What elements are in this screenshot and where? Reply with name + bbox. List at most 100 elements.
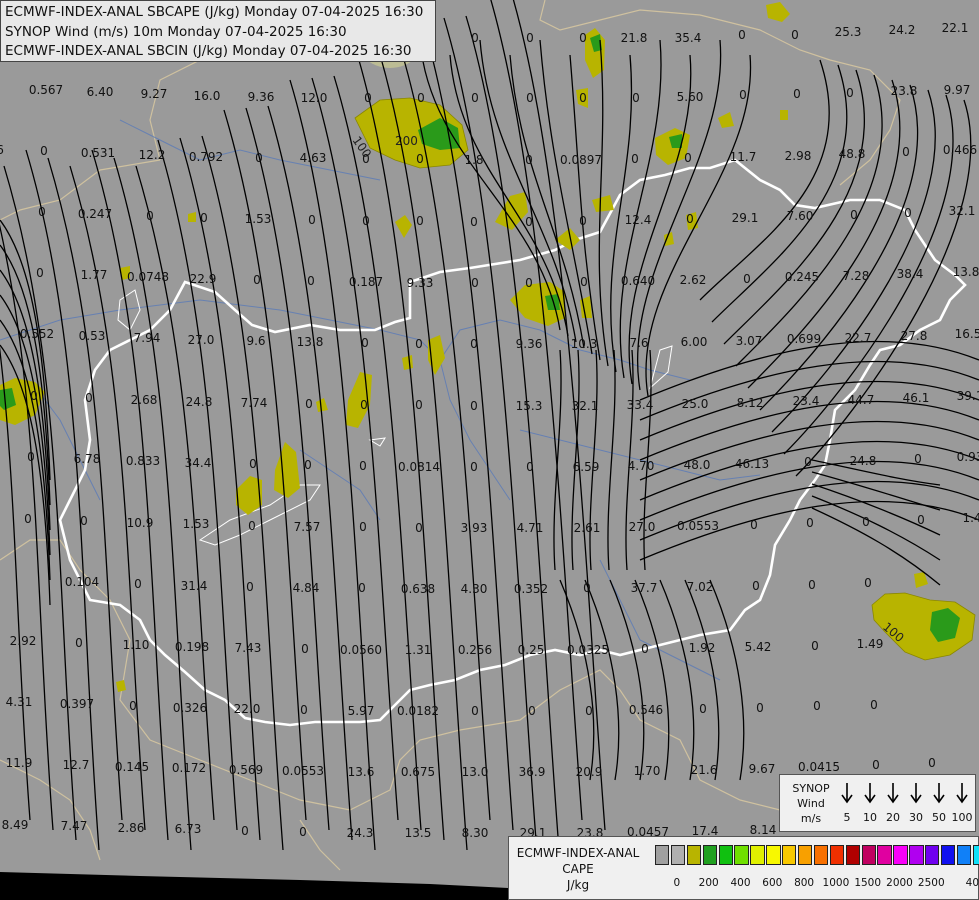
cape-tick-label: 4000 [965, 877, 979, 889]
sbcin-value: 0 [862, 515, 870, 529]
sbcin-value: 0 [526, 460, 534, 474]
sbcin-value: 0.0748 [127, 270, 169, 284]
sbcin-value: 0 [738, 28, 746, 42]
sbcin-value: 7.57 [294, 520, 321, 534]
sbcin-value: 0 [684, 151, 692, 165]
sbcin-value: 0.638 [401, 582, 435, 596]
sbcin-value: 0 [902, 145, 910, 159]
sbcin-value: 2.92 [10, 634, 37, 648]
cape-legend-swatches [655, 845, 979, 865]
wind-speed-label: 20 [886, 811, 900, 824]
sbcin-value: 0 [756, 701, 764, 715]
sbcin-value: 0.104 [65, 575, 99, 589]
wind-legend: SYNOP Wind m/s 5 10 20 30 50 100 [779, 774, 976, 832]
sbcin-value: 12.4 [625, 213, 652, 227]
cape-swatch [734, 845, 749, 865]
sbcin-value: 6.40 [87, 85, 114, 99]
cape-swatch [845, 845, 860, 865]
sbcin-value: 23.4 [793, 394, 820, 408]
wind-legend-title-line1: SYNOP [792, 782, 830, 795]
cape-swatch [972, 845, 979, 865]
sbcin-value: 0.352 [514, 582, 548, 596]
sbcin-value: 15.3 [516, 399, 543, 413]
cape-swatch [956, 845, 972, 865]
cape-swatch [655, 845, 670, 865]
sbcin-value: 27.0 [629, 520, 656, 534]
sbcin-value: 0.326 [173, 701, 207, 715]
header-line-wind: SYNOP Wind (m/s) 10m Monday 07-04-2025 1… [5, 23, 347, 40]
cape-tick-label: 2000 [886, 877, 913, 889]
cape-swatch [702, 845, 717, 865]
sbcin-value: 0 [471, 276, 479, 290]
sbcin-value: 0.256 [458, 643, 492, 657]
cape-swatch [877, 845, 892, 865]
sbcin-value: 0.245 [785, 270, 819, 284]
sbcin-value: 5.42 [745, 640, 772, 654]
cape-swatch [861, 845, 876, 865]
sbcin-value: 0 [806, 516, 814, 530]
sbcin-value: 0.0415 [798, 760, 840, 774]
sbcin-value: 0 [904, 206, 912, 220]
sbcin-value: 0 [415, 398, 423, 412]
cape-legend-ticks: 0200400600800100015002000250040006000 [655, 877, 979, 891]
sbcin-value: 9.6 [246, 334, 265, 348]
sbcin-value: 16.0 [194, 89, 221, 103]
sbcin-value: 13.0 [462, 765, 489, 779]
sbcin-value: 0 [632, 91, 640, 105]
sbcin-value: 0 [416, 152, 424, 166]
sbcin-value: 10.3 [571, 337, 598, 351]
sbcin-value: 0 [526, 91, 534, 105]
cape-swatch [686, 845, 702, 865]
sbcin-value: 0 [253, 273, 261, 287]
sbcin-value: 0 [470, 460, 478, 474]
sbcin-value: 0 [813, 699, 821, 713]
sbcin-value: 2.62 [680, 273, 707, 287]
sbcin-value: 0.699 [787, 332, 821, 346]
sbcin-value: 0 [415, 337, 423, 351]
sbcin-value: 6.59 [573, 460, 600, 474]
sbcin-value: 22.9 [190, 272, 217, 286]
sbcin-value: 29.1 [732, 211, 759, 225]
sbcin-value: 0 [300, 703, 308, 717]
wind-arrow-icon [956, 783, 968, 804]
sbcin-value: 21.8 [621, 31, 648, 45]
wind-legend-arrows [841, 783, 968, 804]
cape-swatch [909, 845, 924, 865]
sbcin-value: 0 [804, 455, 812, 469]
header-line-cape: ECMWF-INDEX-ANAL SBCAPE (J/kg) Monday 07… [5, 4, 424, 20]
sbcin-value: 0.172 [172, 761, 206, 775]
sbcin-value: 0 [359, 459, 367, 473]
cape-tick-label: 200 [698, 877, 719, 889]
sbcin-value: 9.33 [407, 276, 434, 290]
sbcin-value: 13.5 [405, 826, 432, 840]
cape-tick-label: 2500 [917, 877, 945, 889]
sbcin-value: 1.10 [123, 638, 150, 652]
sbcin-value: 0 [36, 266, 44, 280]
sbcin-value: 0 [917, 513, 925, 527]
sbcin-value: 0.792 [189, 150, 223, 164]
sbcin-value: 0 [360, 398, 368, 412]
sbcin-value: 0 [80, 514, 88, 528]
sbcin-value: 0 [362, 152, 370, 166]
sbcin-value: 9.36 [248, 90, 275, 104]
sbcin-value: 0.53 [79, 329, 106, 343]
sbcin-value: 0 [870, 698, 878, 712]
sbcin-value: 7.02 [687, 580, 714, 594]
sbcin-value: 27.8 [901, 329, 928, 343]
sbcin-value: 9.27 [141, 87, 168, 101]
sbcin-value: 0.0814 [398, 460, 440, 474]
sbcin-value: 5.97 [348, 704, 375, 718]
cape-legend: ECMWF-INDEX-ANAL CAPE J/kg 0 200 400 600 800… [508, 836, 979, 900]
sbcin-value: 0 [470, 399, 478, 413]
wind-speed-label: 5 [843, 811, 851, 824]
sbcin-value: 0 [415, 521, 423, 535]
sbcin-value: 0 [307, 274, 315, 288]
sbcin-value: 0 [914, 452, 922, 466]
cape-swatch [718, 845, 733, 865]
cape-swatch [766, 845, 781, 865]
cape-tick-label: 400 [730, 877, 751, 889]
sbcin-value: 4.70 [628, 459, 655, 473]
weather-map[interactable]: 100 200 100 00021.835.40025.324.222.100.… [0, 0, 979, 900]
sbcin-value: 7.47 [61, 819, 88, 833]
sbcin-value: 24.8 [186, 395, 213, 409]
